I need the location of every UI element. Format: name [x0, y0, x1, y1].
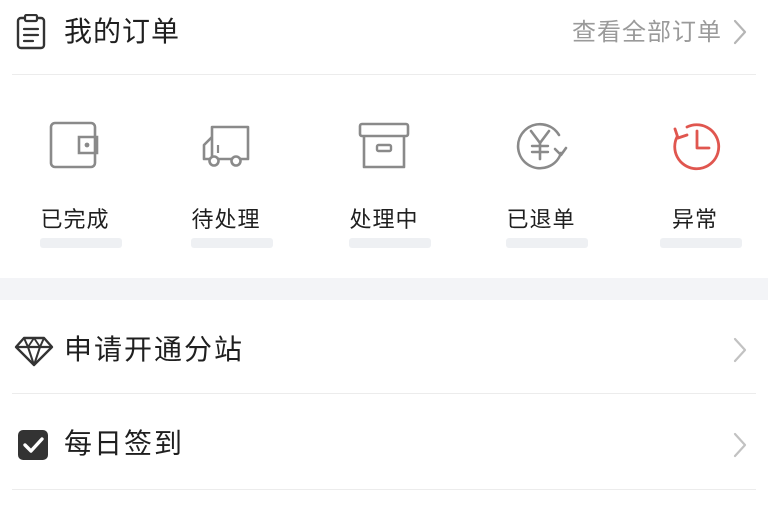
view-all-orders-label: 查看全部订单 — [572, 18, 722, 46]
clipboard-icon — [16, 14, 46, 50]
status-completed[interactable]: 已完成 — [5, 90, 145, 260]
view-all-orders-link[interactable]: 查看全部订单 — [572, 14, 748, 50]
status-label: 处理中 — [349, 208, 419, 233]
status-count-blurred — [349, 238, 431, 248]
diamond-icon — [14, 336, 54, 367]
menu-divider — [12, 393, 756, 394]
menu-item-daily-checkin[interactable]: 每日签到 — [0, 398, 768, 490]
status-pending[interactable]: 待处理 — [156, 90, 296, 260]
chevron-right-icon — [733, 19, 747, 45]
status-count-blurred — [660, 238, 742, 248]
menu-divider — [12, 489, 756, 490]
menu-item-label: 每日签到 — [64, 427, 185, 460]
status-refunded[interactable]: 已退单 — [471, 90, 611, 260]
order-status-row: 已完成 待处理 处理中 已退单 异常 — [0, 90, 768, 260]
menu-item-label: 申请开通分站 — [64, 333, 245, 366]
status-label: 待处理 — [191, 208, 261, 233]
chevron-right-icon — [733, 432, 747, 458]
orders-header: 我的订单 查看全部订单 — [0, 0, 768, 72]
status-label: 已退单 — [506, 208, 576, 233]
header-divider — [12, 74, 756, 75]
checkbox-checked-icon — [18, 430, 48, 460]
chevron-right-icon — [733, 337, 747, 363]
status-exception[interactable]: 异常 — [625, 90, 765, 260]
wallet-icon — [49, 121, 99, 169]
status-count-blurred — [40, 238, 122, 248]
status-label: 异常 — [671, 208, 718, 233]
profile-page: 我的订单 查看全部订单 已完成 待处理 处理中 已退单 异常 申请开通分站 每日… — [0, 0, 768, 510]
section-separator — [0, 278, 768, 300]
archive-box-icon — [358, 122, 410, 169]
status-count-blurred — [191, 238, 273, 248]
clock-alert-icon — [673, 123, 721, 171]
orders-title: 我的订单 — [64, 15, 181, 48]
yen-refund-icon — [516, 122, 568, 170]
menu-item-apply-substation[interactable]: 申请开通分站 — [0, 303, 768, 395]
truck-icon — [202, 125, 250, 167]
status-processing[interactable]: 处理中 — [314, 90, 454, 260]
status-count-blurred — [506, 238, 588, 248]
status-label: 已完成 — [40, 208, 110, 233]
